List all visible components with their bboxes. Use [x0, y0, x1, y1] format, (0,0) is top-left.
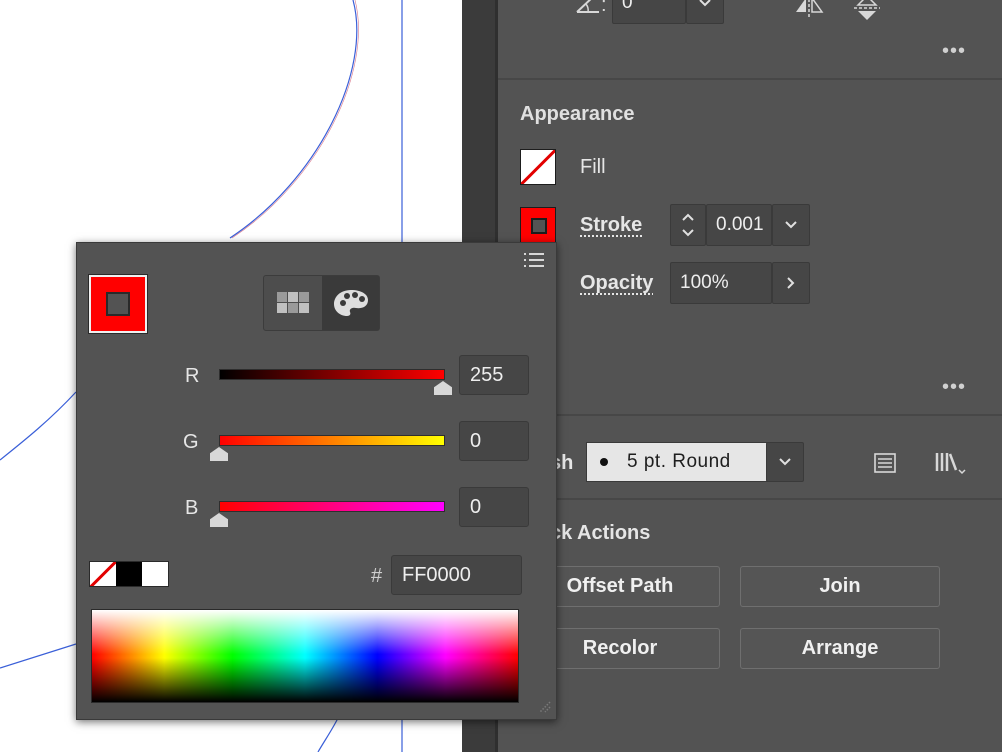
hex-label: # — [371, 565, 383, 587]
angle-input[interactable]: 0° — [612, 0, 686, 24]
black-swatch[interactable] — [116, 562, 142, 586]
red-label: R — [185, 365, 200, 387]
green-label: G — [183, 431, 199, 453]
color-spectrum[interactable] — [91, 609, 519, 703]
blue-label: B — [185, 497, 199, 519]
flip-vertical-icon[interactable] — [854, 0, 880, 27]
stroke-swatch[interactable] — [520, 207, 556, 243]
white-swatch[interactable] — [142, 562, 168, 586]
angle-dropdown-button[interactable] — [686, 0, 724, 24]
opacity-input[interactable]: 100% — [670, 262, 772, 304]
color-mixer-mode-button[interactable] — [322, 276, 379, 330]
flip-horizontal-icon[interactable] — [794, 0, 824, 25]
menu-icon[interactable] — [523, 251, 545, 274]
brush-select[interactable]: 5 pt. Round — [586, 442, 768, 482]
chevron-down-icon — [699, 0, 711, 7]
brush-library-icon[interactable] — [934, 450, 968, 481]
quick-swatches — [89, 561, 169, 587]
blue-value-input[interactable]: 0 — [459, 487, 529, 527]
stroke-color-preview[interactable] — [88, 274, 148, 334]
stroke-weight-dropdown-button[interactable] — [772, 204, 810, 246]
brush-dot — [600, 458, 608, 466]
red-slider-track[interactable] — [219, 369, 445, 380]
brush-dropdown-button[interactable] — [766, 442, 804, 482]
chevron-right-icon — [787, 277, 795, 289]
palette-icon — [333, 290, 368, 316]
mode-toggle — [263, 275, 380, 331]
chevron-down-icon — [779, 458, 791, 466]
more-icon[interactable]: ••• — [942, 377, 966, 397]
blue-slider-track[interactable] — [219, 501, 445, 512]
chevron-down-icon — [785, 221, 797, 229]
angle-icon — [574, 0, 602, 21]
hex-value-input[interactable]: FF0000 — [391, 555, 522, 595]
green-value-input[interactable]: 0 — [459, 421, 529, 461]
resize-grip-icon[interactable] — [537, 699, 551, 718]
angle-colon: : — [601, 0, 607, 16]
stroke-weight-stepper[interactable] — [670, 204, 706, 246]
stroke-weight-input[interactable]: 0.001 — [706, 204, 772, 246]
color-picker-popup: R 255 G 0 B 0 # FF0000 — [76, 242, 557, 720]
swatches-icon — [277, 292, 309, 313]
swatches-mode-button[interactable] — [264, 276, 322, 330]
opacity-expand-button[interactable] — [772, 262, 810, 304]
appearance-section-title: Appearance — [520, 103, 635, 125]
stroke-label[interactable]: Stroke — [580, 214, 642, 237]
quick-actions-title: ck Actions — [550, 522, 651, 544]
properties-panel: : 0° ••• Appearance Fill Stroke 0.001 Op… — [498, 0, 1002, 752]
opacity-label[interactable]: Opacity — [580, 272, 653, 295]
fill-swatch[interactable] — [520, 149, 556, 185]
stepper-icon — [682, 213, 694, 237]
none-swatch[interactable] — [90, 562, 116, 586]
fill-label: Fill — [580, 156, 606, 178]
red-value-input[interactable]: 255 — [459, 355, 529, 395]
green-slider-track[interactable] — [219, 435, 445, 446]
arrange-button[interactable]: Arrange — [740, 628, 940, 669]
brush-value: 5 pt. Round — [627, 451, 731, 472]
brush-panel-icon[interactable] — [874, 452, 896, 479]
more-icon[interactable]: ••• — [942, 41, 966, 61]
join-button[interactable]: Join — [740, 566, 940, 607]
